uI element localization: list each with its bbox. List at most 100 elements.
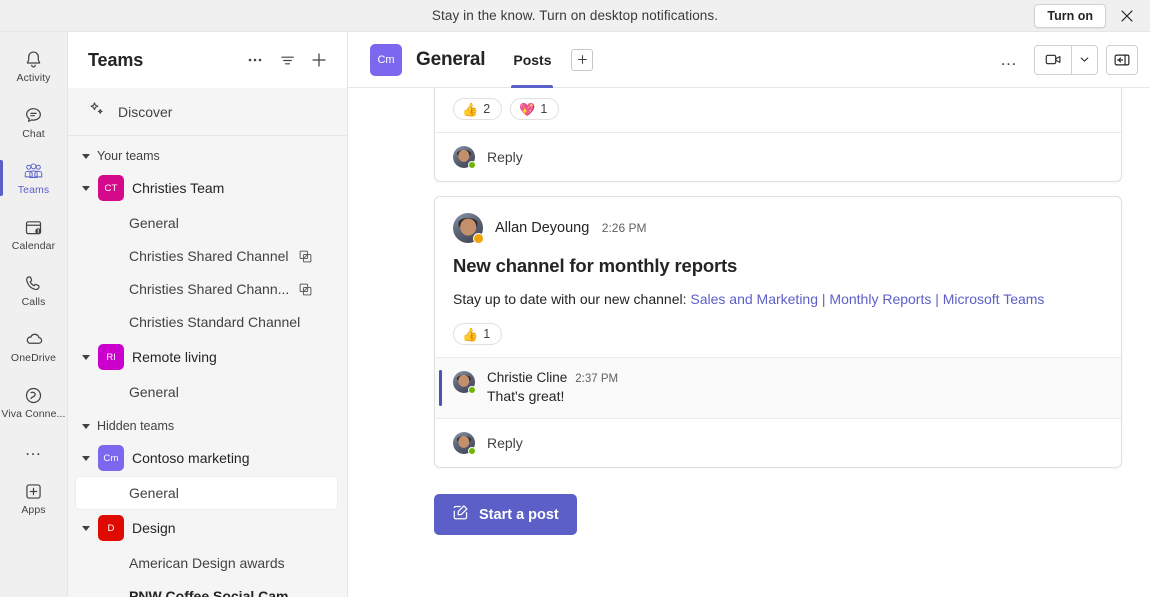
phone-icon [23, 272, 44, 294]
team-row-design[interactable]: D Design [68, 510, 347, 546]
avatar [453, 146, 475, 168]
discover-label: Discover [118, 104, 172, 120]
open-side-panel-icon[interactable] [1106, 45, 1138, 75]
reply-author: Christie Cline [487, 370, 567, 385]
team-name: Design [132, 520, 176, 536]
channel-row-remote-living-general[interactable]: General [76, 376, 337, 408]
video-camera-icon[interactable] [1035, 46, 1071, 74]
compose-icon [452, 504, 469, 525]
filter-icon[interactable] [271, 44, 303, 76]
rail-more-apps-icon[interactable]: … [0, 430, 68, 470]
rail-item-calendar[interactable]: Calendar [0, 206, 68, 262]
reply-row[interactable]: Reply [435, 133, 1121, 181]
start-a-post-button[interactable]: Start a post [434, 494, 577, 535]
chevron-down-icon[interactable] [1071, 46, 1097, 74]
reaction-heart[interactable]: 💖 1 [510, 98, 559, 120]
rail-item-teams[interactable]: Teams [0, 150, 68, 206]
team-row-christies-team[interactable]: CT Christies Team [68, 170, 347, 206]
notification-text: Stay in the know. Turn on desktop notifi… [432, 8, 718, 23]
team-row-contoso-marketing[interactable]: Cm Contoso marketing [68, 440, 347, 476]
reply-row[interactable]: Reply [435, 419, 1121, 467]
avatar[interactable] [453, 213, 483, 243]
rail-item-viva-connections[interactable]: Viva Conne... [0, 374, 68, 430]
rail-label-activity: Activity [16, 72, 50, 84]
channel-name: American Design awards [129, 555, 285, 571]
notification-banner: Stay in the know. Turn on desktop notifi… [0, 0, 1150, 32]
rail-label-chat: Chat [22, 128, 45, 140]
reaction-thumbs-up[interactable]: 👍 1 [453, 323, 502, 345]
channel-tabs: Posts [507, 32, 593, 88]
start-post-area: Start a post [434, 468, 1122, 535]
channel-row-general[interactable]: General [76, 207, 337, 239]
reply-text: That's great! [487, 388, 618, 404]
turn-on-notifications-button[interactable]: Turn on [1034, 4, 1106, 28]
channel-name: General [129, 384, 179, 400]
calendar-alert-icon [23, 216, 44, 238]
avatar [453, 432, 475, 454]
shared-channel-icon [299, 250, 312, 263]
heart-icon: 💖 [519, 103, 535, 116]
channel-row-christies-shared-channel-2[interactable]: Christies Shared Chann... [76, 273, 337, 305]
chevron-down-icon [82, 154, 90, 159]
team-avatar: Cm [98, 445, 124, 471]
chevron-down-icon [82, 424, 90, 429]
rail-item-onedrive[interactable]: OneDrive [0, 318, 68, 374]
group-label: Hidden teams [97, 419, 174, 433]
channel-row-pnw-coffee-social-campaign[interactable]: PNW Coffee Social Cam... [76, 580, 337, 597]
post-body-link[interactable]: Sales and Marketing | Monthly Reports | … [690, 291, 1044, 307]
channel-row-american-design-awards[interactable]: American Design awards [76, 547, 337, 579]
reaction-thumbs-up[interactable]: 👍 2 [453, 98, 502, 120]
rail-label-onedrive: OneDrive [11, 352, 56, 364]
avatar [453, 371, 475, 393]
reaction-count: 1 [483, 327, 490, 341]
app-frame: Activity Chat Teams Calendar [0, 32, 1150, 597]
reply-timestamp: 2:37 PM [575, 373, 618, 385]
post-card-previous: 👍 2 💖 1 Reply [434, 88, 1122, 182]
channel-content: Cm General Posts … [348, 32, 1150, 597]
thread-reply[interactable]: Christie Cline 2:37 PM That's great! [435, 358, 1121, 418]
channel-title: General [416, 49, 485, 71]
add-team-icon[interactable] [303, 44, 335, 76]
reaction-count: 1 [540, 102, 547, 116]
tab-posts[interactable]: Posts [507, 32, 557, 88]
team-row-remote-living[interactable]: Rl Remote living [68, 339, 347, 375]
post-card-main: Allan Deyoung 2:26 PM New channel for mo… [434, 196, 1122, 468]
reply-label: Reply [487, 149, 523, 165]
team-name: Contoso marketing [132, 450, 250, 466]
channel-more-options-icon[interactable]: … [992, 50, 1026, 70]
post-timestamp: 2:26 PM [602, 221, 647, 235]
rail-item-apps[interactable]: Apps [0, 470, 68, 526]
channel-row-contoso-general[interactable]: General [76, 477, 337, 509]
rail-item-activity[interactable]: Activity [0, 38, 68, 94]
rail-label-apps: Apps [21, 504, 45, 516]
close-icon[interactable] [1112, 3, 1142, 29]
group-hidden-teams[interactable]: Hidden teams [68, 412, 347, 440]
posts-feed[interactable]: 👍 2 💖 1 Reply [348, 88, 1150, 597]
group-your-teams[interactable]: Your teams [68, 142, 347, 170]
teams-tree: Your teams CT Christies Team General Chr… [68, 136, 347, 597]
bell-icon [23, 48, 44, 70]
cloud-icon [23, 328, 45, 350]
post-header: Allan Deyoung 2:26 PM [435, 197, 1121, 243]
meet-button-group [1034, 45, 1098, 75]
teams-panel-header: Teams [68, 32, 347, 88]
start-a-post-label: Start a post [479, 507, 559, 523]
add-tab-icon[interactable] [571, 49, 593, 71]
chevron-down-icon [82, 186, 90, 191]
rail-item-chat[interactable]: Chat [0, 94, 68, 150]
discover-item[interactable]: Discover [68, 88, 347, 136]
reactions-row: 👍 1 [435, 323, 1121, 357]
channel-row-christies-standard-channel[interactable]: Christies Standard Channel [76, 306, 337, 338]
chevron-down-icon [82, 526, 90, 531]
teams-people-icon [22, 160, 45, 182]
channel-name: PNW Coffee Social Cam... [129, 588, 300, 597]
rail-label-calendar: Calendar [12, 240, 55, 252]
channel-header-actions: … [992, 45, 1138, 75]
post-body: Stay up to date with our new channel: Sa… [435, 277, 1121, 323]
thumbs-up-icon: 👍 [462, 103, 478, 116]
channel-name: Christies Standard Channel [129, 314, 300, 330]
channel-row-christies-shared-channel[interactable]: Christies Shared Channel [76, 240, 337, 272]
rail-item-calls[interactable]: Calls [0, 262, 68, 318]
post-body-text: Stay up to date with our new channel: [453, 291, 690, 307]
more-options-icon[interactable] [239, 44, 271, 76]
